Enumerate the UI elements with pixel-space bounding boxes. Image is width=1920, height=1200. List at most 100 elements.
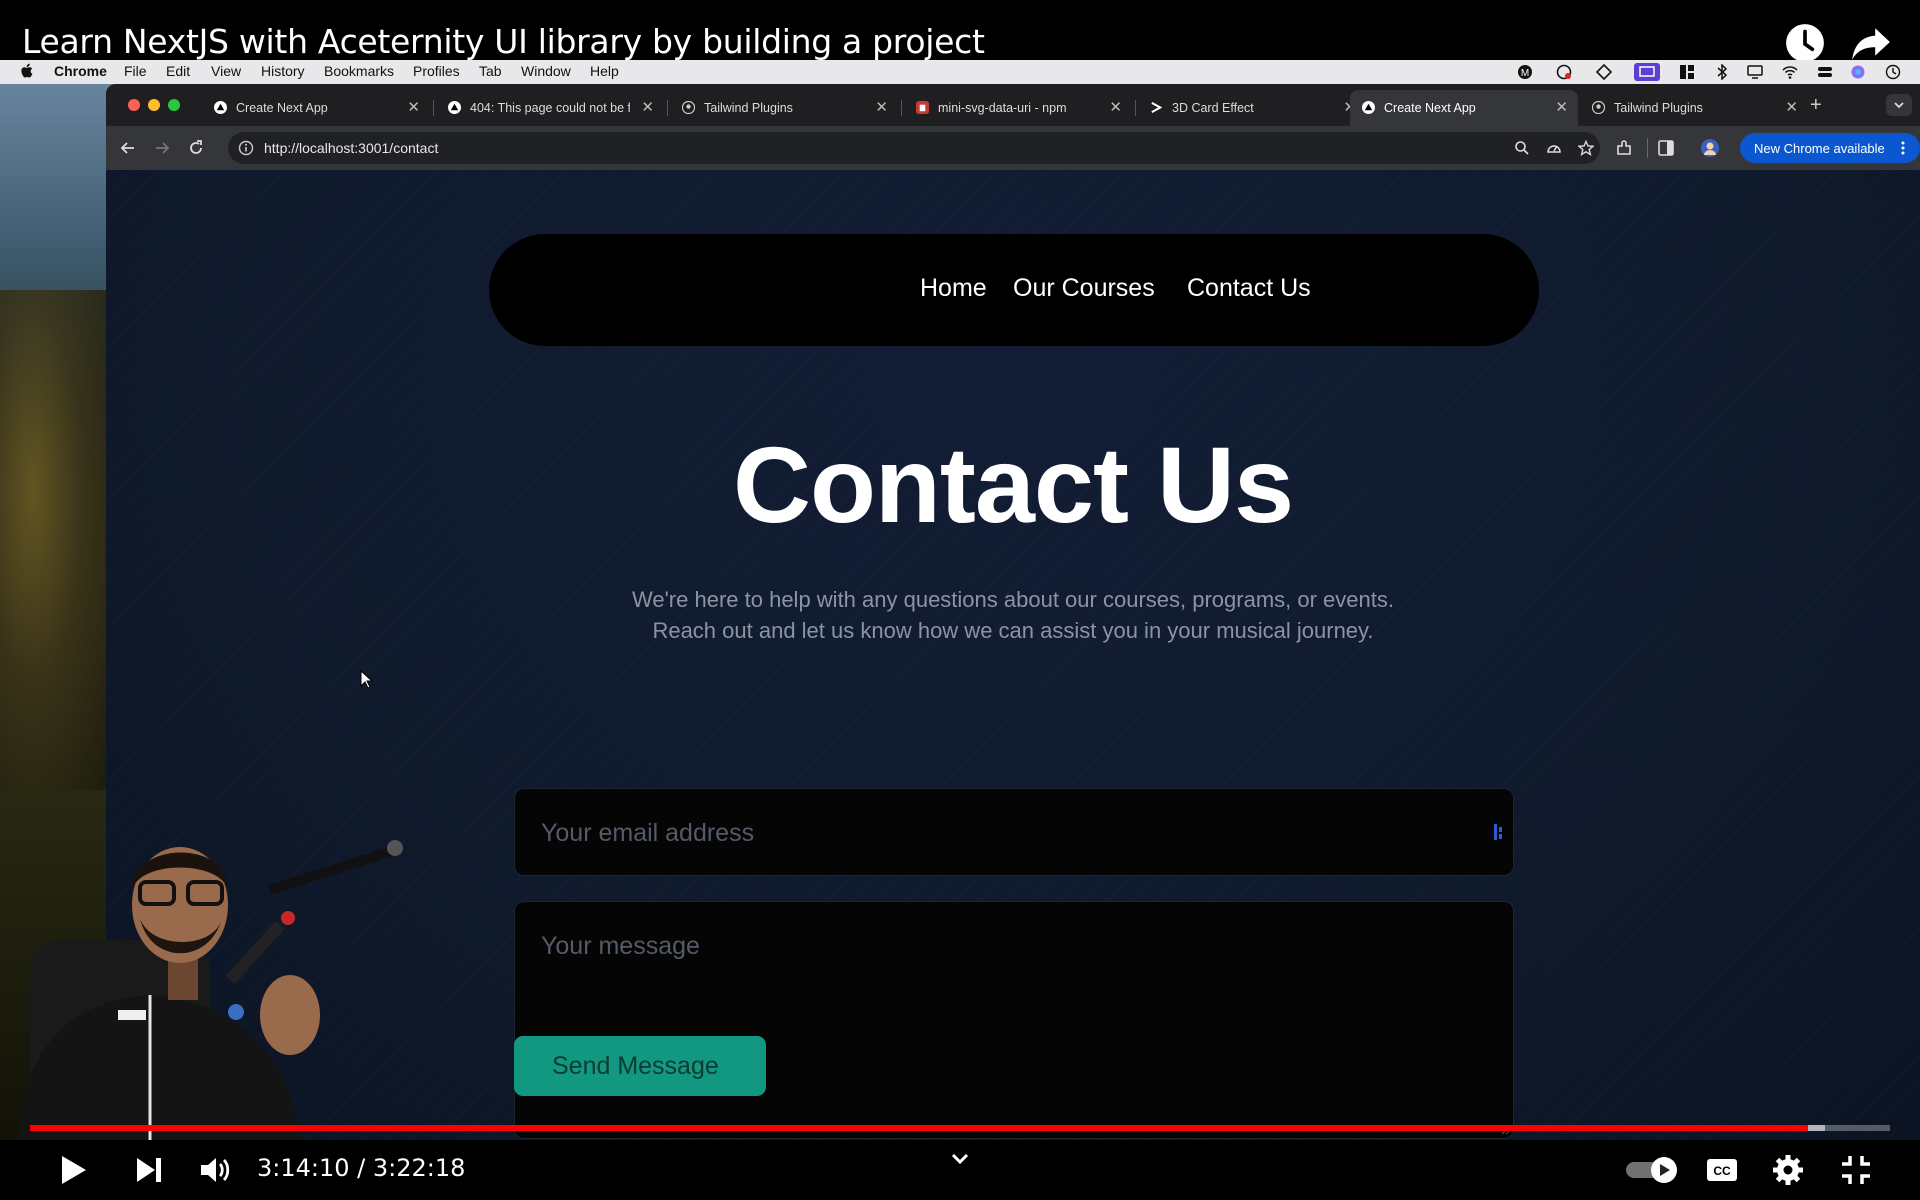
chevron-down-icon[interactable] [942,1148,978,1172]
control-center-icon[interactable] [1817,64,1833,80]
close-tab-icon[interactable]: ✕ [407,98,420,116]
performance-icon[interactable] [1546,140,1562,156]
update-chrome-button[interactable]: New Chrome available [1740,133,1920,163]
back-arrow-icon[interactable] [118,138,138,158]
menu-profiles[interactable]: Profiles [413,63,460,79]
menu-edit[interactable]: Edit [166,63,190,79]
send-message-label: Send Message [552,1052,719,1080]
more-menu-icon[interactable] [1900,141,1906,155]
video-played-bar [30,1125,1809,1131]
menu-view[interactable]: View [211,63,241,79]
apple-icon[interactable] [20,63,33,79]
nav-contact-link[interactable]: Contact Us [1187,274,1311,303]
tab-label: Create Next App [236,101,328,115]
layout-icon[interactable] [1679,64,1695,80]
tab-strip: Create Next App ✕ 404: This page could n… [106,84,1920,126]
tab-label: 3D Card Effect [1172,101,1254,115]
profile-avatar[interactable] [1700,138,1720,158]
close-tab-icon[interactable]: ✕ [875,98,888,116]
address-bar[interactable]: http://localhost:3001/contact [228,132,1600,164]
email-input[interactable]: Your email address [514,788,1514,876]
gauge-icon[interactable] [1556,64,1572,80]
vercel-triangle-icon [214,101,227,114]
close-tab-icon[interactable]: ✕ [1555,98,1568,116]
aceternity-icon [1151,101,1163,114]
exit-fullscreen-icon[interactable] [1838,1152,1874,1188]
volume-icon[interactable] [197,1152,233,1188]
forward-arrow-icon[interactable] [152,138,172,158]
tab-label: Tailwind Plugins [704,101,793,115]
zoom-icon[interactable] [1514,140,1530,156]
tab-label: 404: This page could not be found [470,101,630,115]
menu-history[interactable]: History [261,63,305,79]
display-icon[interactable] [1747,64,1763,80]
tab-create-next-app-active[interactable]: Create Next App ✕ [1350,90,1578,126]
screen-share-icon[interactable] [1634,63,1660,81]
video-duration: 3:22:18 [372,1154,466,1182]
bookmark-star-icon[interactable] [1578,140,1594,156]
diamond-icon[interactable] [1596,64,1612,80]
menu-app-name[interactable]: Chrome [54,63,107,79]
new-tab-button[interactable]: + [1810,94,1822,117]
tab-tailwind-plugins[interactable]: Tailwind Plugins ✕ [670,90,898,126]
settings-gear-icon[interactable] [1770,1152,1806,1188]
password-manager-icon[interactable] [1493,823,1507,841]
nav-home-link[interactable]: Home [920,274,987,303]
next-video-icon[interactable] [131,1152,167,1188]
nav-courses-link[interactable]: Our Courses [1013,274,1155,303]
play-icon[interactable] [54,1152,90,1188]
captions-icon[interactable]: CC [1704,1152,1740,1188]
presenter-webcam [20,840,403,1140]
site-navbar: Home Our Courses Contact Us [489,234,1539,346]
video-controls: 3:14:10 / 3:22:18 CC [0,1140,1920,1200]
share-icon[interactable] [1850,22,1892,64]
npm-icon [916,101,929,114]
tab-tailwind-plugins-2[interactable]: Tailwind Plugins ✕ [1580,90,1808,126]
tab-404-page[interactable]: 404: This page could not be found ✕ [436,90,664,126]
toolbar-divider [1647,138,1648,158]
site-info-icon[interactable] [238,140,254,156]
zoom-window-button[interactable] [168,99,180,111]
menu-window[interactable]: Window [521,63,571,79]
minimize-window-button[interactable] [148,99,160,111]
video-progress-bar[interactable] [30,1125,1890,1131]
tab-3d-card-effect[interactable]: 3D Card Effect ✕ [1138,90,1366,126]
menu-bookmarks[interactable]: Bookmarks [324,63,394,79]
wifi-icon[interactable] [1782,64,1798,80]
autoplay-toggle[interactable] [1624,1152,1680,1188]
watch-later-icon[interactable] [1784,22,1826,64]
bluetooth-icon[interactable] [1714,64,1730,80]
svg-text:M: M [1521,68,1529,79]
tab-search-button[interactable] [1886,94,1912,116]
menu-file[interactable]: File [124,63,147,79]
tab-create-next-app[interactable]: Create Next App ✕ [202,90,430,126]
vercel-triangle-icon [1362,101,1375,114]
tab-separator [1135,100,1136,116]
github-icon [682,101,695,114]
chevron-down-icon [1894,102,1904,109]
video-title[interactable]: Learn NextJS with Aceternity UI library … [22,22,985,61]
tab-separator [667,100,668,116]
extensions-icon[interactable] [1614,138,1634,158]
side-panel-icon[interactable] [1656,138,1676,158]
tab-separator [901,100,902,116]
message-textarea[interactable]: Your message [514,901,1514,1139]
tab-mini-svg-npm[interactable]: mini-svg-data-uri - npm ✕ [904,90,1132,126]
page-heading: Contact Us [732,424,1294,545]
menu-help[interactable]: Help [590,63,619,79]
close-tab-icon[interactable]: ✕ [1109,98,1122,116]
siri-icon[interactable] [1850,64,1866,80]
tab-label: Create Next App [1384,101,1476,115]
close-tab-icon[interactable]: ✕ [641,98,654,116]
url-text: http://localhost:3001/contact [264,140,439,156]
clock-icon[interactable] [1885,64,1901,80]
close-window-button[interactable] [128,99,140,111]
reload-icon[interactable] [186,138,206,158]
email-placeholder: Your email address [541,819,755,847]
close-tab-icon[interactable]: ✕ [1785,98,1798,116]
message-placeholder: Your message [541,932,700,960]
menu-tab[interactable]: Tab [479,63,502,79]
send-message-button[interactable]: Send Message [514,1036,766,1096]
menubar-app-icon[interactable]: M [1517,64,1533,80]
page-description: We're here to help with any questions ab… [632,587,1394,643]
